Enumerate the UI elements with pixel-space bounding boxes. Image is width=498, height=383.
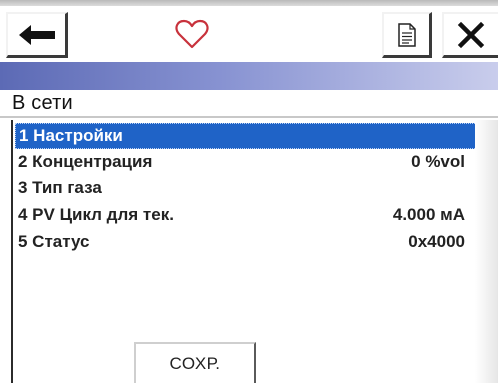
close-icon [457, 21, 485, 48]
menu-item-value: 4.000 мА [392, 205, 465, 224]
menu-item-label: 4 PV Цикл для тек. [18, 205, 174, 224]
status-header: В сети [0, 90, 498, 118]
menu-item-status[interactable]: 5 Статус 0x4000 [15, 229, 477, 255]
scroll-edge [475, 120, 498, 383]
menu-item-concentration[interactable]: 2 Концентрация 0 %vol [15, 149, 477, 175]
heart-outline-icon[interactable] [175, 18, 209, 50]
device-screen: В сети 1 Настройки 2 Концентрация 0 %vol… [0, 0, 498, 383]
arrow-left-icon [18, 24, 55, 45]
menu-item-label: 3 Тип газа [18, 178, 102, 197]
title-bar [0, 62, 498, 90]
status-title: В сети [12, 92, 73, 114]
menu-item-label: 5 Статус [18, 232, 90, 251]
menu-item-settings[interactable]: 1 Настройки [15, 123, 477, 149]
document-button[interactable] [382, 12, 432, 58]
menu-item-value: 0x4000 [408, 232, 465, 251]
menu-item-label: 2 Концентрация [18, 152, 153, 171]
menu-item-pv-loop[interactable]: 4 PV Цикл для тек. 4.000 мА [15, 202, 477, 228]
menu-item-value: 0 %vol [411, 152, 465, 171]
close-button[interactable] [442, 12, 498, 58]
menu-item-label: 1 Настройки [19, 126, 123, 145]
menu-item-gas-type[interactable]: 3 Тип газа [15, 175, 477, 201]
save-button[interactable]: СОХР. [134, 342, 256, 383]
document-icon [397, 22, 416, 47]
back-button[interactable] [6, 12, 68, 58]
toolbar [0, 6, 498, 62]
